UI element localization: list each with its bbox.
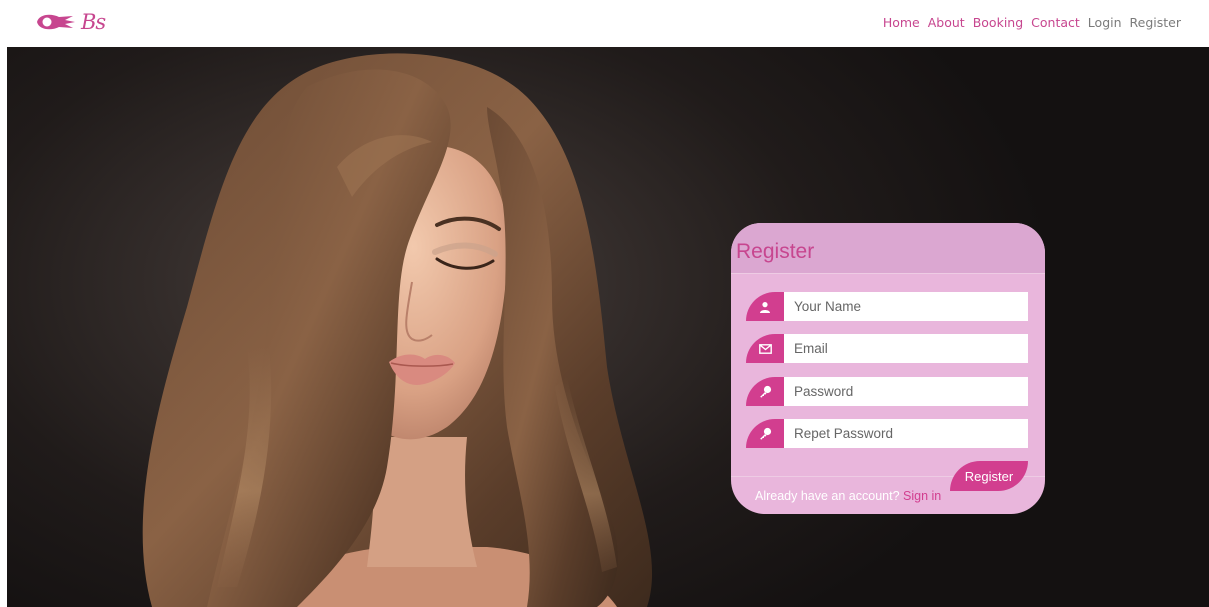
nav-home[interactable]: Home: [883, 15, 920, 30]
nav-links: Home About Booking Contact Login Registe…: [875, 15, 1181, 30]
logo[interactable]: Bs: [35, 7, 115, 37]
signin-text: Already have an account?: [755, 489, 900, 503]
signin-prompt: Already have an account? Sign in: [755, 489, 941, 503]
repeat-password-input[interactable]: [784, 419, 1028, 448]
name-input[interactable]: [784, 292, 1028, 321]
navbar: Bs Home About Booking Contact Login Regi…: [0, 0, 1209, 47]
nav-contact[interactable]: Contact: [1031, 15, 1080, 30]
signin-link[interactable]: Sign in: [903, 489, 941, 503]
nav-booking[interactable]: Booking: [973, 15, 1023, 30]
password-row: [746, 377, 1028, 406]
hair-logo-icon: [37, 14, 75, 30]
nav-register[interactable]: Register: [1130, 15, 1181, 30]
repeat-password-row: [746, 419, 1028, 448]
email-row: [746, 334, 1028, 363]
key-icon: [746, 419, 784, 448]
logo-text: Bs: [81, 10, 106, 34]
email-input[interactable]: [784, 334, 1028, 363]
name-row: [746, 292, 1028, 321]
hero-background: Register Register: [7, 47, 1209, 607]
nav-login[interactable]: Login: [1088, 15, 1122, 30]
register-title: Register: [736, 240, 815, 263]
password-input[interactable]: [784, 377, 1028, 406]
register-button[interactable]: Register: [950, 461, 1028, 491]
key-icon: [746, 377, 784, 406]
user-icon: [746, 292, 784, 321]
register-card: Register Register: [731, 223, 1045, 514]
envelope-icon: [746, 334, 784, 363]
nav-about[interactable]: About: [928, 15, 965, 30]
